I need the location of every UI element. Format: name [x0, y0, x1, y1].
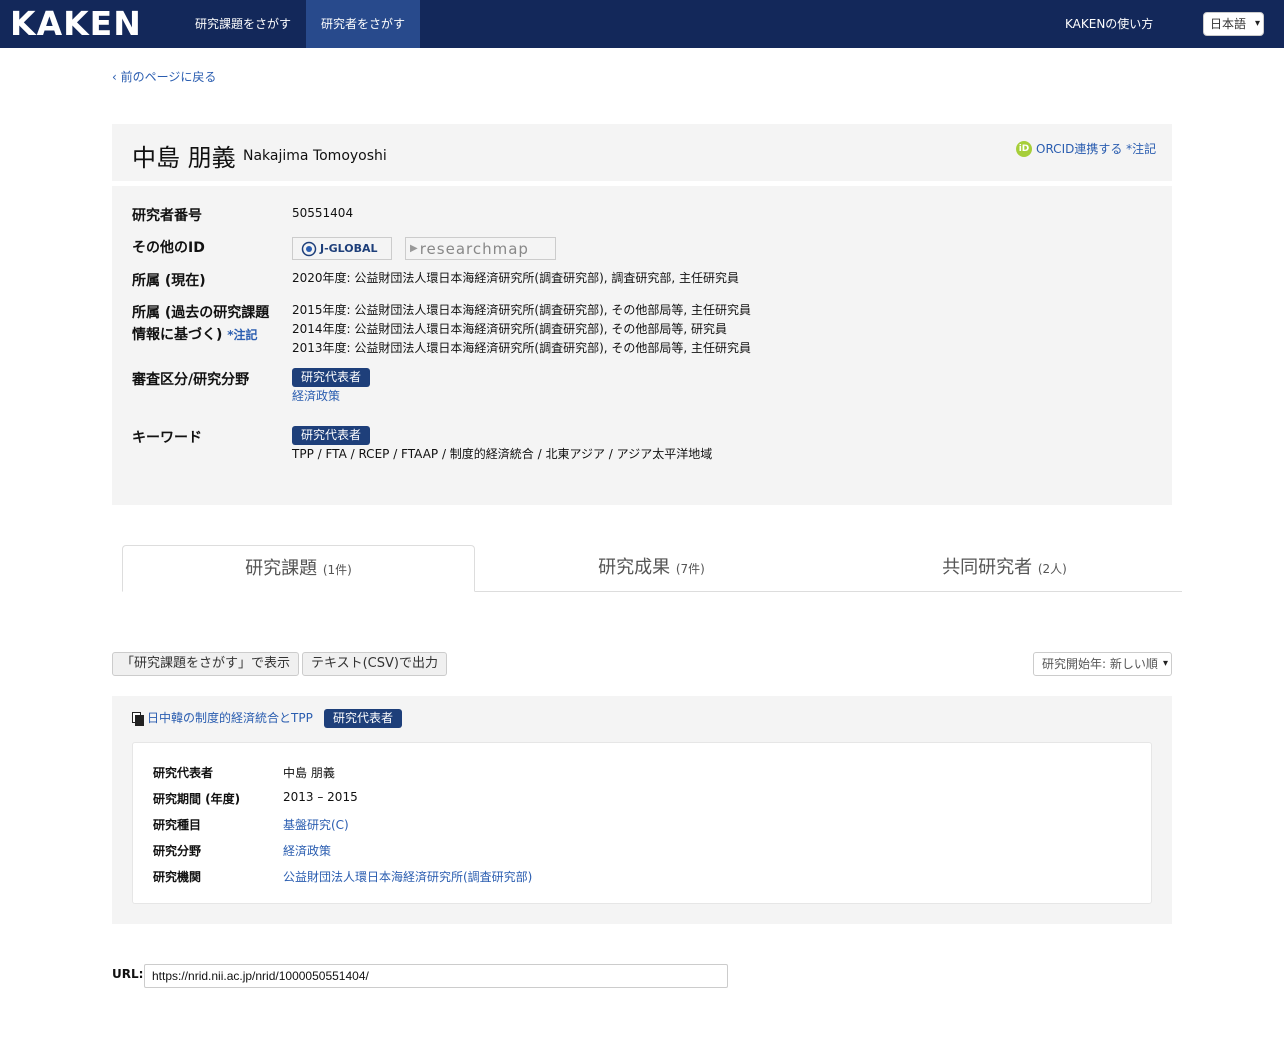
past-affiliation-label-2: 情報に基づく) *注記 — [132, 324, 258, 346]
url-label: URL: — [112, 967, 144, 981]
tab-projects[interactable]: 研究課題 (1件) — [122, 545, 475, 592]
other-id-label: その他のID — [132, 240, 205, 256]
project-field-link[interactable]: 経済政策 — [283, 842, 331, 859]
play-icon: ▶ — [410, 243, 418, 254]
past-affiliation-2013: 2013年度: 公益財団法人環日本海経済研究所(調査研究部), その他部局等, … — [292, 341, 752, 355]
field-label: 審査区分/研究分野 — [132, 372, 250, 388]
copy-icon — [132, 711, 144, 726]
orcid-link-label: ORCID連携する *注記 — [1036, 142, 1157, 156]
tab-projects-label: 研究課題 — [245, 558, 318, 579]
chevron-down-icon: ▾ — [1254, 18, 1260, 29]
show-in-search-button[interactable]: 「研究課題をさがす」で表示 — [112, 652, 300, 676]
tab-results-count: (7件) — [675, 562, 705, 576]
sort-value: 研究開始年: 新しい順 — [1042, 657, 1158, 671]
researcher-name-ja: 中島 朋義 — [132, 144, 236, 172]
past-affiliation-label-1: 所属 (過去の研究課題 — [132, 305, 270, 321]
project-row-label: 研究代表者 — [153, 766, 214, 780]
current-affiliation: 2020年度: 公益財団法人環日本海経済研究所(調査研究部), 調査研究部, 主… — [292, 271, 740, 285]
project-category-link[interactable]: 基盤研究(C) — [283, 816, 349, 833]
language-select[interactable]: 日本語 ▾ — [1203, 12, 1264, 36]
past-affiliation-2014: 2014年度: 公益財団法人環日本海経済研究所(調査研究部), その他部局等, … — [292, 322, 728, 336]
chevron-left-icon: ‹ — [112, 70, 117, 84]
project-row-label: 研究機関 — [153, 870, 202, 884]
past-affiliation-label-2-text: 情報に基づく) — [132, 327, 223, 343]
csv-export-button[interactable]: テキスト(CSV)で出力 — [302, 652, 447, 676]
tab-projects-count: (1件) — [322, 563, 352, 577]
researcher-number: 50551404 — [292, 206, 354, 220]
project-card: 日中韓の制度的経済統合とTPP 研究代表者 研究代表者 中島 朋義 研究期間 (… — [112, 696, 1172, 924]
current-affiliation-label: 所属 (現在) — [132, 273, 206, 289]
project-title: 日中韓の制度的経済統合とTPP — [147, 711, 313, 725]
project-title-link[interactable]: 日中韓の制度的経済統合とTPP — [132, 709, 313, 726]
field-value-link[interactable]: 経済政策 — [292, 387, 340, 406]
tab-coresearchers-label: 共同研究者 — [942, 557, 1033, 578]
url-field[interactable]: https://nrid.nii.ac.jp/nrid/100005055140… — [144, 964, 728, 988]
orcid-link[interactable]: iD ORCID連携する *注記 — [1016, 140, 1156, 157]
orcid-icon: iD — [1016, 140, 1032, 157]
back-link[interactable]: ‹ 前のページに戻る — [112, 68, 216, 85]
project-pi: 中島 朋義 — [283, 766, 335, 780]
jglobal-button[interactable]: J-GLOBAL — [292, 237, 392, 260]
kaken-logo[interactable]: KAKEN — [10, 6, 142, 42]
researchmap-button[interactable]: ▶ researchmap — [405, 237, 556, 260]
keyword-role-badge: 研究代表者 — [292, 426, 371, 445]
project-role-badge: 研究代表者 — [324, 709, 403, 728]
researcher-name-en: Nakajima Tomoyoshi — [243, 148, 387, 164]
back-link-label: 前のページに戻る — [120, 70, 217, 84]
keyword-label: キーワード — [132, 430, 202, 446]
keywords: TPP / FTA / RCEP / FTAAP / 制度的経済統合 / 北東ア… — [292, 447, 713, 461]
project-row-label: 研究種目 — [153, 818, 202, 832]
researcher-header: 中島 朋義 Nakajima Tomoyoshi iD ORCID連携する *注… — [112, 124, 1172, 181]
tab-results[interactable]: 研究成果 (7件) — [475, 545, 828, 592]
researcher-number-label: 研究者番号 — [132, 208, 202, 224]
tab-coresearchers-count: (2人) — [1037, 562, 1067, 576]
nav-search-projects[interactable]: 研究課題をさがす — [180, 0, 306, 48]
project-details: 研究代表者 中島 朋義 研究期間 (年度) 2013 – 2015 研究種目 基… — [132, 742, 1152, 904]
sort-select[interactable]: 研究開始年: 新しい順 ▾ — [1033, 652, 1172, 676]
jglobal-label: J-GLOBAL — [320, 242, 378, 255]
project-row-label: 研究分野 — [153, 844, 202, 858]
language-value: 日本語 — [1210, 17, 1247, 31]
project-badge-wrap: 研究代表者 — [324, 709, 403, 728]
researcher-info: 研究者番号 50551404 その他のID J-GLOBAL ▶ researc… — [112, 186, 1172, 505]
keyword-badge-wrap: 研究代表者 — [292, 426, 371, 445]
project-institution-link[interactable]: 公益財団法人環日本海経済研究所(調査研究部) — [283, 868, 532, 885]
project-row-label: 研究期間 (年度) — [153, 792, 241, 806]
field-role-badge: 研究代表者 — [292, 368, 371, 387]
chevron-down-icon: ▾ — [1162, 658, 1168, 669]
field-badge-wrap: 研究代表者 — [292, 368, 371, 387]
tab-coresearchers[interactable]: 共同研究者 (2人) — [828, 545, 1181, 592]
tab-bar: 研究課題 (1件) 研究成果 (7件) 共同研究者 (2人) — [122, 545, 1182, 592]
tab-results-label: 研究成果 — [598, 557, 671, 578]
past-affiliation-note-link[interactable]: *注記 — [227, 328, 257, 342]
researchmap-label: researchmap — [419, 239, 529, 258]
top-navbar: KAKEN 研究課題をさがす 研究者をさがす KAKENの使い方 日本語 ▾ — [0, 0, 1284, 48]
nav-search-researchers[interactable]: 研究者をさがす — [306, 0, 421, 48]
past-affiliation-2015: 2015年度: 公益財団法人環日本海経済研究所(調査研究部), その他部局等, … — [292, 303, 752, 317]
jglobal-icon — [301, 241, 317, 256]
project-period: 2013 – 2015 — [283, 790, 358, 804]
nav-help-link[interactable]: KAKENの使い方 — [1065, 0, 1153, 48]
